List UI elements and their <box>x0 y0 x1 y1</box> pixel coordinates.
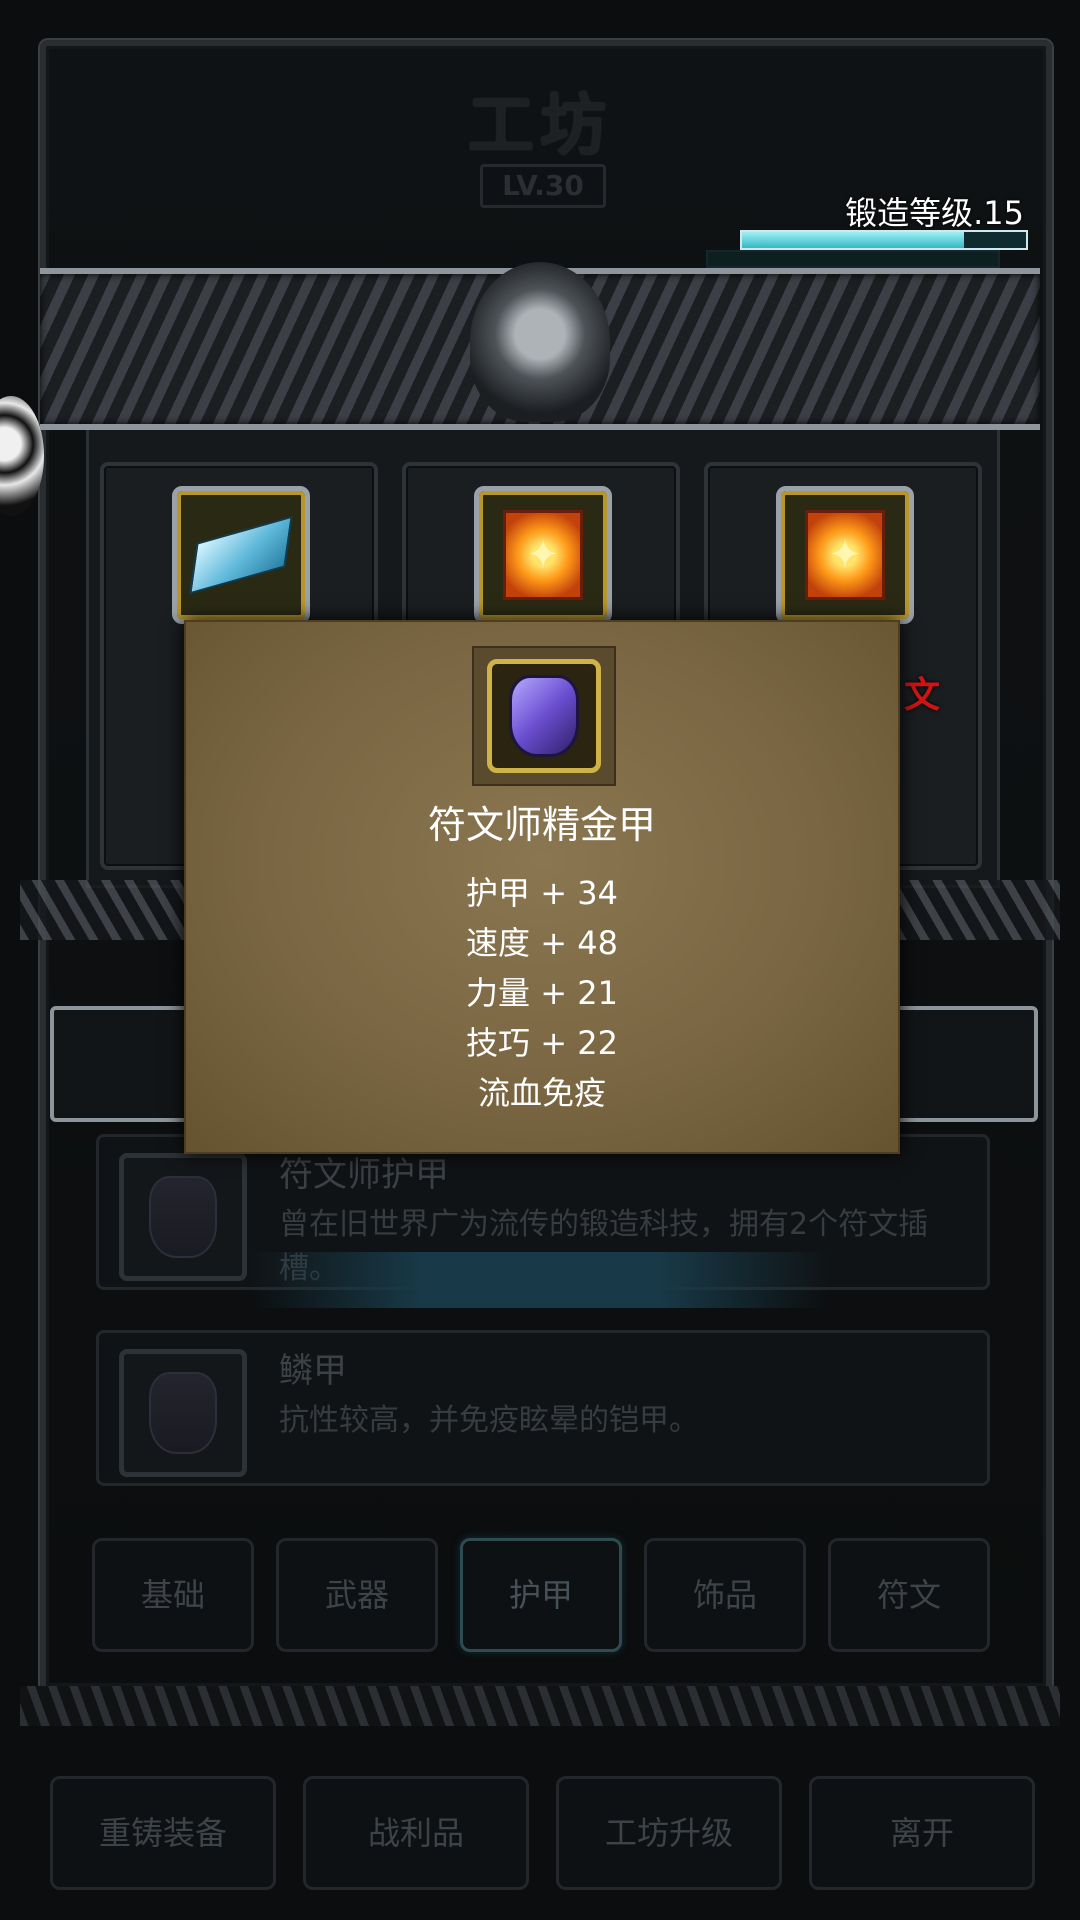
slot-red-text: 文 <box>904 675 941 716</box>
skull-ornament-icon <box>470 262 610 422</box>
loot-button[interactable]: 战利品 <box>303 1776 529 1890</box>
page-title: 工坊 <box>468 87 612 164</box>
rune-icon: ✦ <box>776 486 914 624</box>
tab-runes[interactable]: 符文 <box>828 1538 990 1652</box>
forge-level-label: 锻造等级.15 <box>845 194 1024 232</box>
tab-accessories[interactable]: 饰品 <box>644 1538 806 1652</box>
tooltip-stat: 技巧 + 22 <box>466 1024 618 1062</box>
tooltip-stat: 护甲 + 34 <box>466 874 618 912</box>
tab-weapons[interactable]: 武器 <box>276 1538 438 1652</box>
secondary-bar <box>706 250 1000 268</box>
list-item-name: 符文师护甲 <box>279 1155 449 1195</box>
ingot-icon <box>172 486 310 624</box>
tooltip-stat: 速度 + 48 <box>466 924 618 962</box>
forge-level-fill <box>742 232 964 248</box>
tooltip-stat: 流血免疫 <box>477 1074 606 1112</box>
bottom-ornament <box>20 1686 1060 1726</box>
armor-icon <box>119 1153 247 1281</box>
armor-icon <box>119 1349 247 1477</box>
item-tooltip: 符文师精金甲 护甲 + 34 速度 + 48 力量 + 21 技巧 + 22 流… <box>184 620 900 1154</box>
list-item[interactable]: 鳞甲 抗性较高，并免疫眩晕的铠甲。 <box>96 1330 990 1486</box>
tab-basic[interactable]: 基础 <box>92 1538 254 1652</box>
forge-level-bar <box>740 230 1028 250</box>
tooltip-item-name: 符文师精金甲 <box>427 803 656 847</box>
selection-highlight <box>250 1252 830 1308</box>
list-item-name: 鳞甲 <box>279 1351 347 1391</box>
workshop-level: LV.30 <box>480 164 606 208</box>
leave-button[interactable]: 离开 <box>809 1776 1035 1890</box>
tab-armor[interactable]: 护甲 <box>460 1538 622 1652</box>
reforge-button[interactable]: 重铸装备 <box>50 1776 276 1890</box>
tooltip-stat: 力量 + 21 <box>466 974 618 1012</box>
rune-icon: ✦ <box>474 486 612 624</box>
armor-icon <box>487 659 601 773</box>
side-emblem <box>0 396 44 516</box>
tooltip-icon-frame <box>472 646 616 786</box>
list-item-desc: 抗性较高，并免疫眩晕的铠甲。 <box>279 1403 699 1438</box>
workshop-upgrade-button[interactable]: 工坊升级 <box>556 1776 782 1890</box>
